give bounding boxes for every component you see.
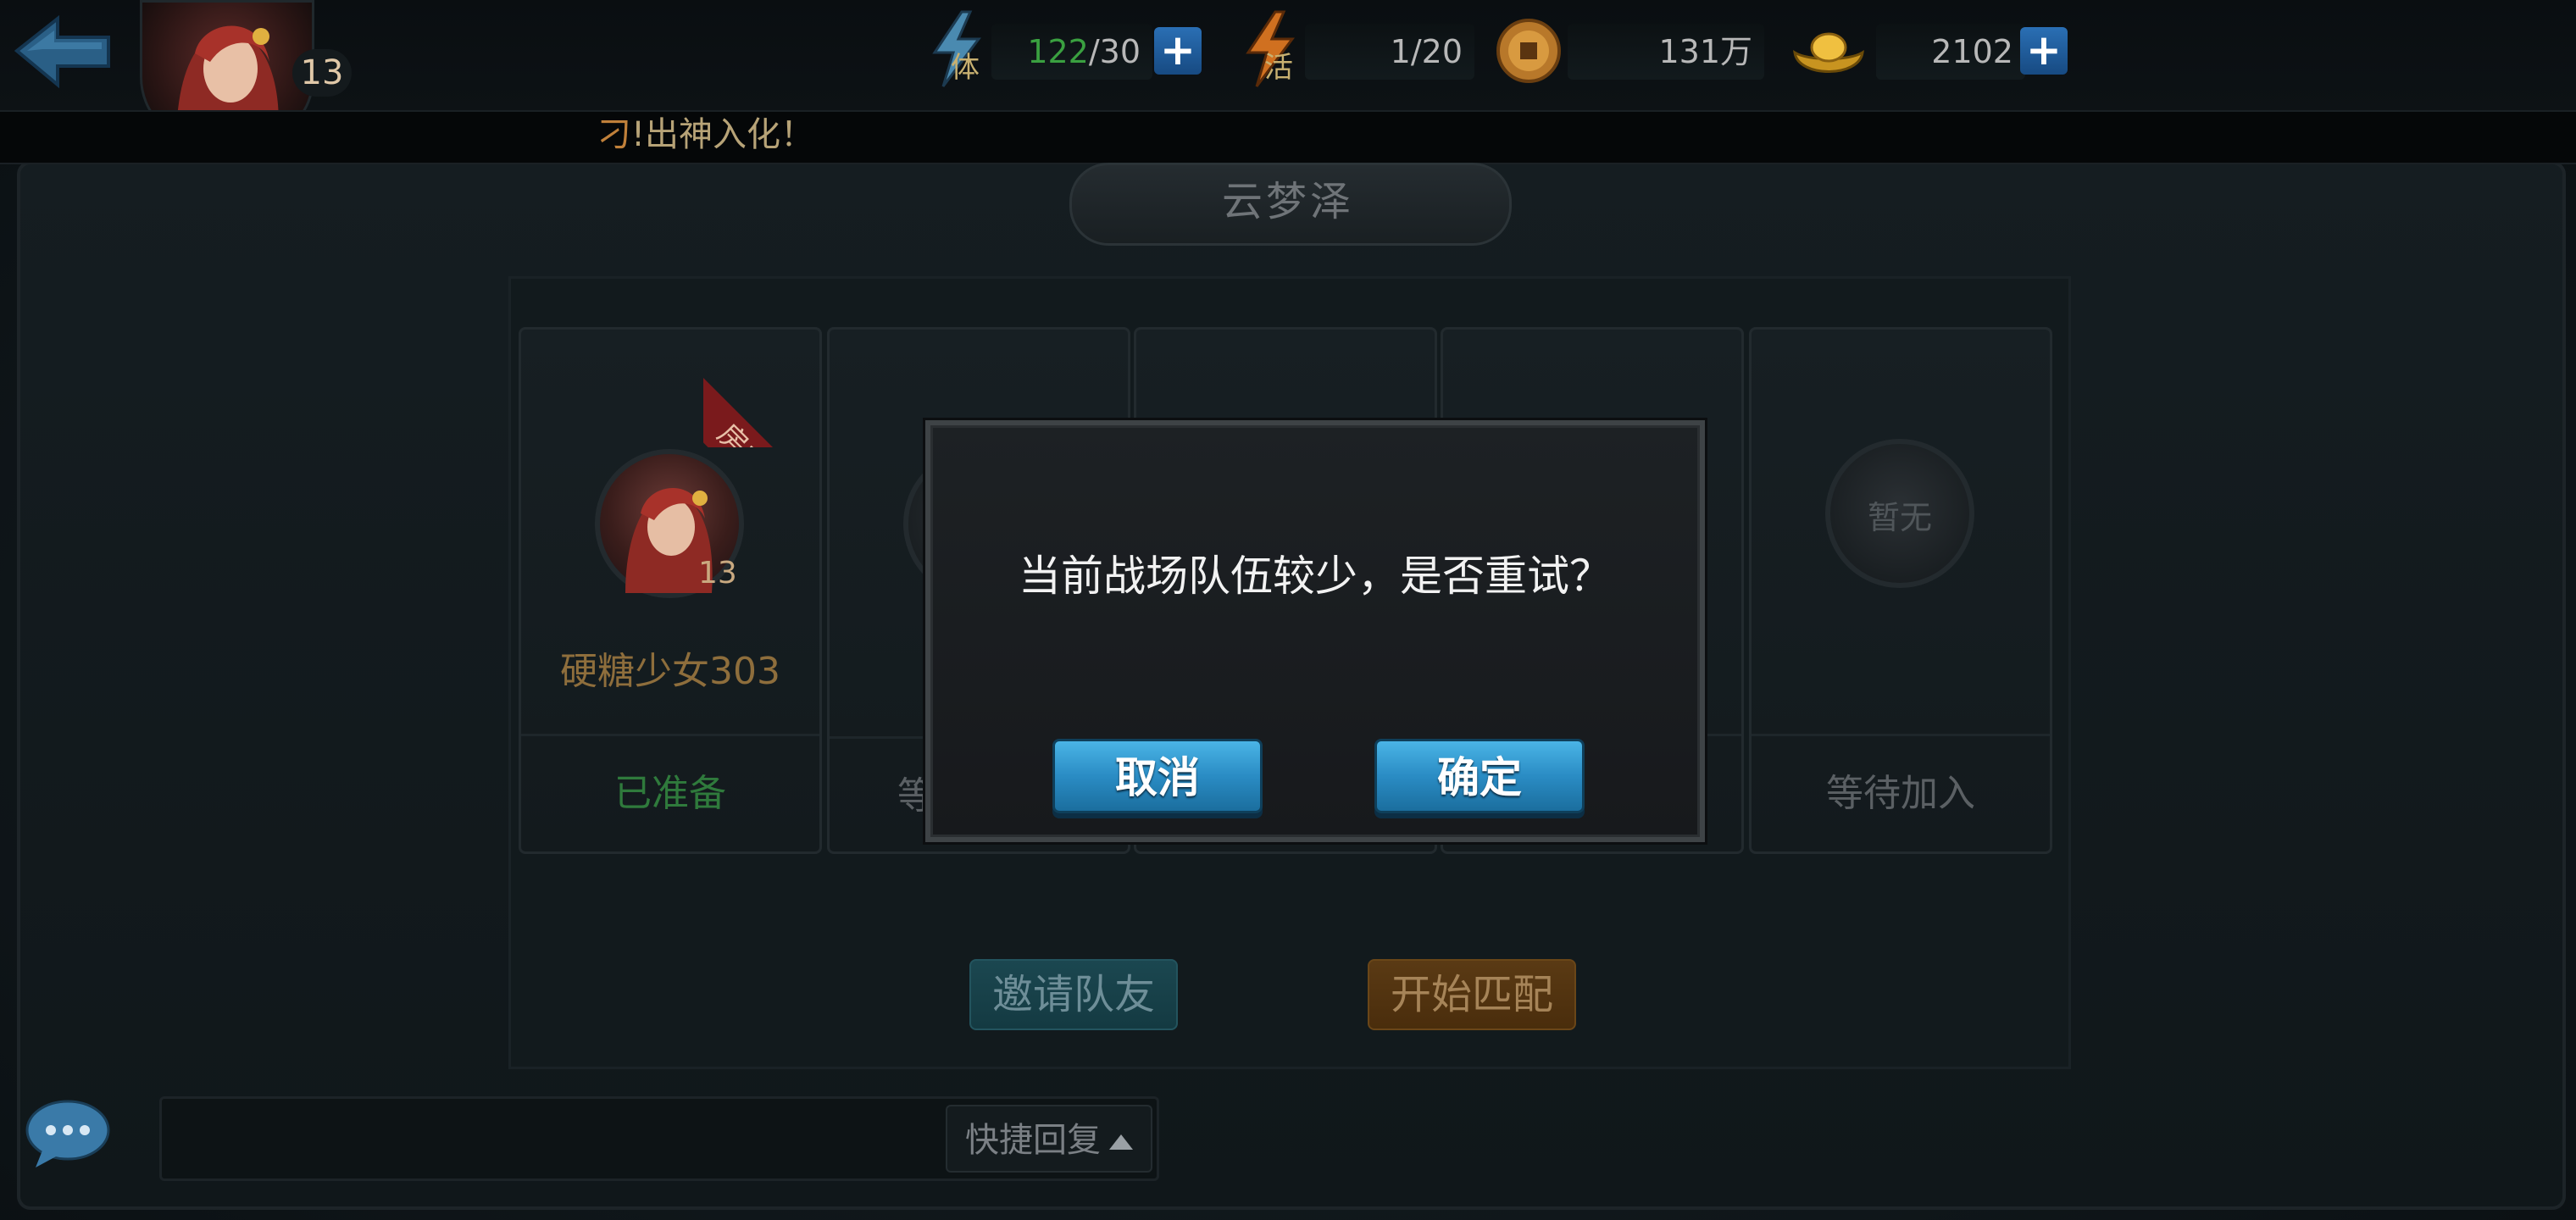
confirm-dialog: [925, 420, 1705, 842]
stamina-value: 122/30: [991, 24, 1152, 80]
team-slot-5[interactable]: 等待加入: [1749, 327, 2052, 854]
empty-slot-label: 暂无: [1867, 499, 1932, 536]
gold-ingot-icon: [1790, 19, 1868, 86]
start-matching-button[interactable]: 开始匹配: [1368, 959, 1576, 1030]
quick-reply-button[interactable]: 快捷回复: [946, 1105, 1152, 1173]
player-level-badge: 13: [292, 49, 352, 97]
announcement-text: 刁!出神入化！: [597, 114, 814, 156]
invite-teammates-button[interactable]: 邀请队友: [969, 959, 1178, 1030]
host-ribbon: 房主: [703, 329, 822, 447]
triangle-up-icon: [1109, 1134, 1133, 1150]
ingots-add-button[interactable]: +: [2020, 27, 2068, 75]
vitality-value: 1/20: [1305, 24, 1474, 80]
stamina-max: /30: [1088, 33, 1141, 70]
chat-bubble-icon[interactable]: [24, 1098, 112, 1169]
ingots-value: 2102: [1876, 24, 2025, 80]
teammate-name: 硬糖少女303: [560, 650, 780, 693]
map-title: 云梦泽: [1221, 178, 1354, 225]
slot-status: 等待加入: [1752, 734, 2050, 851]
announcement-bar: [0, 110, 2576, 164]
announcement-body: !出神入化！: [631, 115, 815, 154]
stamina-add-button[interactable]: +: [1154, 27, 1202, 75]
slot-status: 已准备: [521, 734, 819, 851]
vitality-label: 活: [1264, 51, 1293, 85]
stamina-current: 122: [1027, 33, 1089, 70]
announcement-highlight: 刁: [597, 115, 631, 154]
copper-coin-icon: [1495, 15, 1563, 86]
back-arrow-icon[interactable]: [8, 8, 119, 102]
cancel-button[interactable]: 取消: [1052, 739, 1263, 813]
dialog-message: 当前战场队伍较少，是否重试？: [1019, 552, 1612, 601]
host-badge: 房主: [703, 368, 822, 447]
stamina-label: 体: [951, 51, 980, 85]
teammate-level: 13: [698, 556, 737, 591]
quick-reply-label: 快捷回复: [965, 1121, 1101, 1160]
confirm-button[interactable]: 确定: [1374, 739, 1585, 813]
coins-value: 131万: [1568, 24, 1764, 80]
